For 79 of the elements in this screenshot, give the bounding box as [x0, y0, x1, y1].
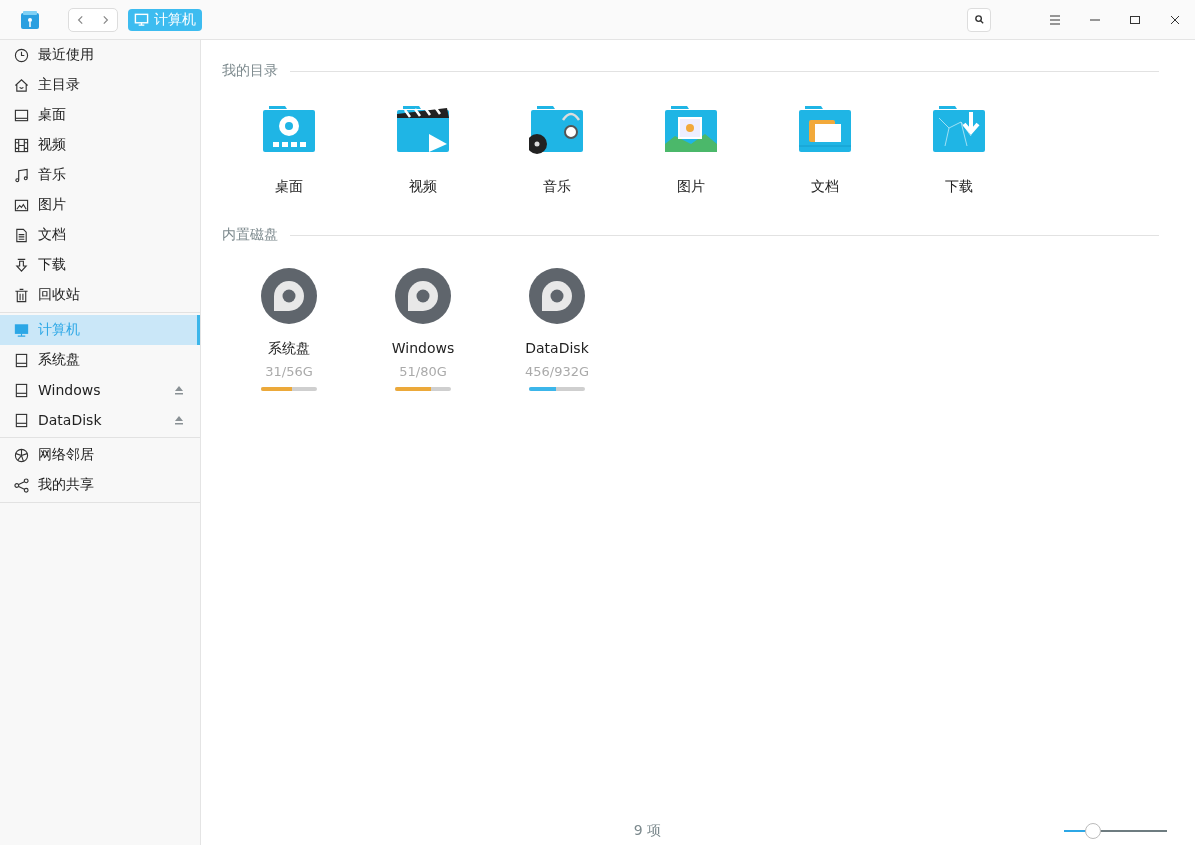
maximize-icon[interactable] [1129, 13, 1141, 26]
sidebar-label: 计算机 [38, 321, 80, 339]
disk-icon [261, 268, 317, 324]
sidebar-label: 视频 [38, 136, 66, 154]
folder-label: 图片 [677, 177, 705, 196]
sidebar-label: 桌面 [38, 106, 66, 124]
disk-item[interactable]: 系统盘 31/56G [222, 268, 356, 391]
desktop-icon [14, 107, 29, 123]
sidebar-label: Windows [38, 382, 101, 398]
sidebar-label: 音乐 [38, 166, 66, 184]
sidebar-label: 下载 [38, 256, 66, 274]
network-icon [14, 447, 29, 463]
home-icon [14, 77, 29, 93]
folder-item[interactable]: 视频 [356, 104, 490, 196]
close-icon[interactable] [1169, 13, 1181, 26]
sidebar-item[interactable]: 回收站 [0, 280, 200, 310]
disk-usage: 31/56G [265, 364, 313, 379]
sidebar-item[interactable]: 我的共享 [0, 470, 200, 500]
sidebar-item[interactable]: 下载 [0, 250, 200, 280]
item-count: 9 项 [633, 822, 662, 840]
sidebar-label: 主目录 [38, 76, 80, 94]
computer-icon [134, 12, 149, 27]
folder-label: 视频 [409, 177, 437, 196]
sidebar-item[interactable]: 主目录 [0, 70, 200, 100]
app-logo-icon [20, 9, 40, 30]
disk-usage: 51/80G [399, 364, 447, 379]
disk-label: DataDisk [525, 339, 589, 358]
section-heading: 内置磁盘 [222, 226, 278, 244]
sidebar-item[interactable]: 桌面 [0, 100, 200, 130]
sidebar-label: 系统盘 [38, 351, 80, 369]
trash-icon [14, 287, 29, 303]
section-heading: 我的目录 [222, 62, 278, 80]
folder-item[interactable]: 音乐 [490, 104, 624, 196]
folder-music-icon [529, 104, 585, 156]
slider-thumb[interactable] [1084, 823, 1101, 839]
disk-icon [395, 268, 451, 324]
search-button[interactable] [967, 7, 991, 32]
clock-icon [14, 47, 29, 63]
sidebar-label: 文档 [38, 226, 66, 244]
folder-item[interactable]: 桌面 [222, 104, 356, 196]
folder-label: 桌面 [275, 177, 303, 196]
share-icon [14, 477, 29, 493]
music-icon [14, 167, 29, 183]
video-icon [14, 137, 29, 153]
document-icon [14, 227, 29, 243]
folder-item[interactable]: 图片 [624, 104, 758, 196]
sidebar-label: 最近使用 [38, 46, 94, 64]
download-icon [14, 257, 29, 273]
sidebar-item[interactable]: 网络邻居 [0, 440, 200, 470]
folder-label: 音乐 [543, 177, 571, 196]
eject-icon[interactable] [174, 415, 184, 425]
sidebar-item[interactable]: 音乐 [0, 160, 200, 190]
disk-label: 系统盘 [268, 339, 310, 358]
disk-item[interactable]: DataDisk 456/932G [490, 268, 624, 391]
sidebar-item[interactable]: Windows [0, 375, 200, 405]
sidebar-item[interactable]: DataDisk [0, 405, 200, 435]
search-icon [973, 14, 985, 25]
folder-label: 文档 [811, 177, 839, 196]
sidebar-item[interactable]: 最近使用 [0, 40, 200, 70]
disk-icon [529, 268, 585, 324]
disk-item[interactable]: Windows 51/80G [356, 268, 490, 391]
folder-label: 下载 [945, 177, 973, 196]
sidebar-item[interactable]: 图片 [0, 190, 200, 220]
sidebar-item[interactable]: 系统盘 [0, 345, 200, 375]
menu-icon[interactable] [1049, 13, 1061, 26]
disk-usage: 456/932G [524, 364, 590, 379]
folder-item[interactable]: 文档 [758, 104, 892, 196]
picture-icon [14, 197, 29, 213]
disk-label: Windows [391, 339, 455, 358]
sidebar-label: 回收站 [38, 286, 80, 304]
sidebar-item[interactable]: 视频 [0, 130, 200, 160]
sidebar-label: 图片 [38, 196, 66, 214]
sidebar-label: DataDisk [38, 412, 102, 428]
eject-icon[interactable] [174, 385, 184, 395]
folder-item[interactable]: 下载 [892, 104, 1026, 196]
sidebar-label: 网络邻居 [38, 446, 94, 464]
sidebar-label: 我的共享 [38, 476, 94, 494]
computer-icon [14, 322, 29, 338]
sidebar-item[interactable]: 文档 [0, 220, 200, 250]
